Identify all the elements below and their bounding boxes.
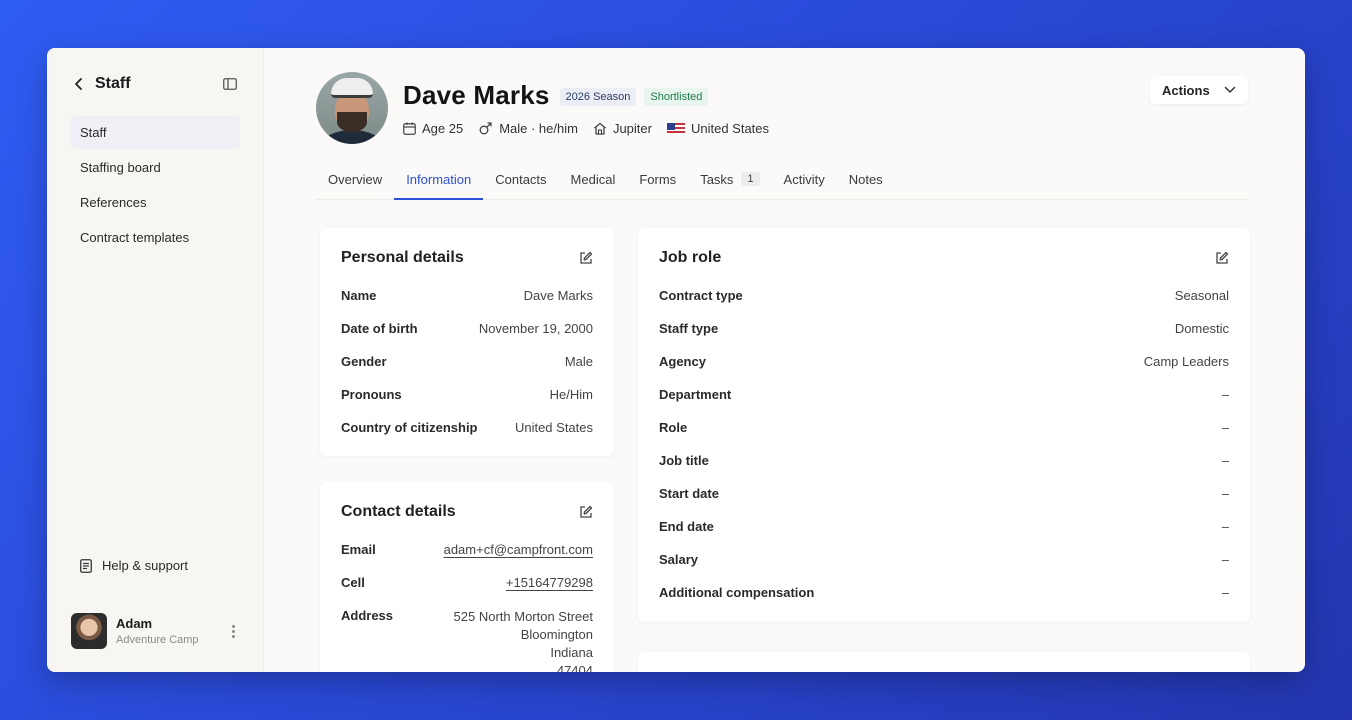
us-flag-icon xyxy=(666,122,685,135)
kebab-menu-icon[interactable] xyxy=(227,623,239,639)
sidebar-collapse-icon[interactable] xyxy=(223,77,239,91)
detail-row: Address 525 North Morton Street Blooming… xyxy=(341,608,593,672)
detail-row: Job title – xyxy=(659,453,1229,468)
actions-dropdown[interactable]: Actions xyxy=(1150,76,1248,104)
edit-icon[interactable] xyxy=(579,251,593,265)
next-card xyxy=(638,652,1250,672)
user-name: Adam xyxy=(116,616,153,631)
profile-avatar xyxy=(316,72,388,144)
detail-row: Salary – xyxy=(659,552,1229,567)
location-text: Jupiter xyxy=(612,121,652,136)
detail-row: Department – xyxy=(659,387,1229,402)
sidebar-item-staffing-board[interactable]: Staffing board xyxy=(70,151,240,184)
tab-overview[interactable]: Overview xyxy=(316,162,394,200)
sidebar-header: Staff xyxy=(47,48,263,120)
personal-details-title: Personal details xyxy=(341,249,464,266)
profile-header: Dave Marks 2026 Season Shortlisted Age 2… xyxy=(316,72,784,144)
tab-bar: Overview Information Contacts Medical Fo… xyxy=(316,162,1249,200)
detail-row: Agency Camp Leaders xyxy=(659,354,1229,369)
tab-tasks[interactable]: Tasks 1 xyxy=(688,162,771,200)
tab-tasks-label: Tasks xyxy=(700,172,734,187)
season-badge: 2026 Season xyxy=(559,87,637,106)
gender-icon xyxy=(479,122,492,135)
help-support-link[interactable]: Help & support xyxy=(80,558,188,573)
tasks-count-badge: 1 xyxy=(741,172,760,186)
profile-name: Dave Marks xyxy=(403,80,550,110)
tab-notes[interactable]: Notes xyxy=(837,162,895,200)
document-icon xyxy=(80,558,92,573)
app-window: Staff Staff Staffing board References Co… xyxy=(47,48,1305,672)
detail-row: Contract type Seasonal xyxy=(659,288,1229,303)
job-role-title: Job role xyxy=(659,249,722,266)
sidebar-title: Staff xyxy=(95,75,131,92)
detail-row: Name Dave Marks xyxy=(341,288,593,303)
sidebar-item-contract-templates[interactable]: Contract templates xyxy=(70,221,240,254)
address-value: 525 North Morton Street Bloomington Indi… xyxy=(453,609,593,672)
help-support-label: Help & support xyxy=(102,558,188,573)
sidebar-nav: Staff Staffing board References Contract… xyxy=(47,116,263,254)
phone-link[interactable]: +15164779298 xyxy=(506,575,593,590)
actions-label: Actions xyxy=(1162,82,1210,98)
detail-row: Country of citizenship United States xyxy=(341,420,593,435)
home-icon xyxy=(594,122,606,135)
country-text: United States xyxy=(690,121,770,136)
calendar-icon xyxy=(403,122,416,135)
email-link[interactable]: adam+cf@campfront.com xyxy=(444,542,593,557)
sidebar-item-references[interactable]: References xyxy=(70,186,240,219)
age-text: Age 25 xyxy=(422,121,464,136)
sidebar: Staff Staff Staffing board References Co… xyxy=(47,48,264,672)
detail-row: Staff type Domestic xyxy=(659,321,1229,336)
user-profile[interactable]: Adam Adventure Camp xyxy=(71,612,239,650)
detail-row: End date – xyxy=(659,519,1229,534)
back-chevron-icon[interactable] xyxy=(71,76,87,92)
tab-contacts[interactable]: Contacts xyxy=(483,162,558,200)
contact-details-title: Contact details xyxy=(341,503,456,520)
tab-forms[interactable]: Forms xyxy=(627,162,688,200)
chevron-down-icon xyxy=(1224,86,1236,93)
detail-row: Role – xyxy=(659,420,1229,435)
tab-information[interactable]: Information xyxy=(394,162,484,200)
detail-row: Start date – xyxy=(659,486,1229,501)
tab-activity[interactable]: Activity xyxy=(772,162,837,200)
tab-medical[interactable]: Medical xyxy=(559,162,628,200)
personal-details-card: Personal details Name Dave Marks Date of … xyxy=(320,228,614,456)
detail-row: Additional compensation – xyxy=(659,585,1229,600)
main-content: Dave Marks 2026 Season Shortlisted Age 2… xyxy=(264,48,1305,672)
avatar xyxy=(71,613,107,649)
detail-row: Email adam+cf@campfront.com xyxy=(341,542,593,557)
edit-icon[interactable] xyxy=(1215,251,1229,265)
sidebar-item-staff[interactable]: Staff xyxy=(70,116,240,149)
profile-meta: Age 25 Male · he/him Jupiter United Stat… xyxy=(403,121,784,136)
detail-row: Gender Male xyxy=(341,354,593,369)
detail-row: Date of birth November 19, 2000 xyxy=(341,321,593,336)
gender-text: Male · he/him xyxy=(499,121,578,136)
edit-icon[interactable] xyxy=(579,505,593,519)
job-role-card: Job role Contract type Seasonal Staff typ… xyxy=(638,228,1250,622)
user-org: Adventure Camp xyxy=(116,634,199,646)
status-badge: Shortlisted xyxy=(644,87,709,106)
contact-details-card: Contact details Email adam+cf@campfront.c… xyxy=(320,482,614,672)
detail-row: Cell +15164779298 xyxy=(341,575,593,590)
detail-row: Pronouns He/Him xyxy=(341,387,593,402)
